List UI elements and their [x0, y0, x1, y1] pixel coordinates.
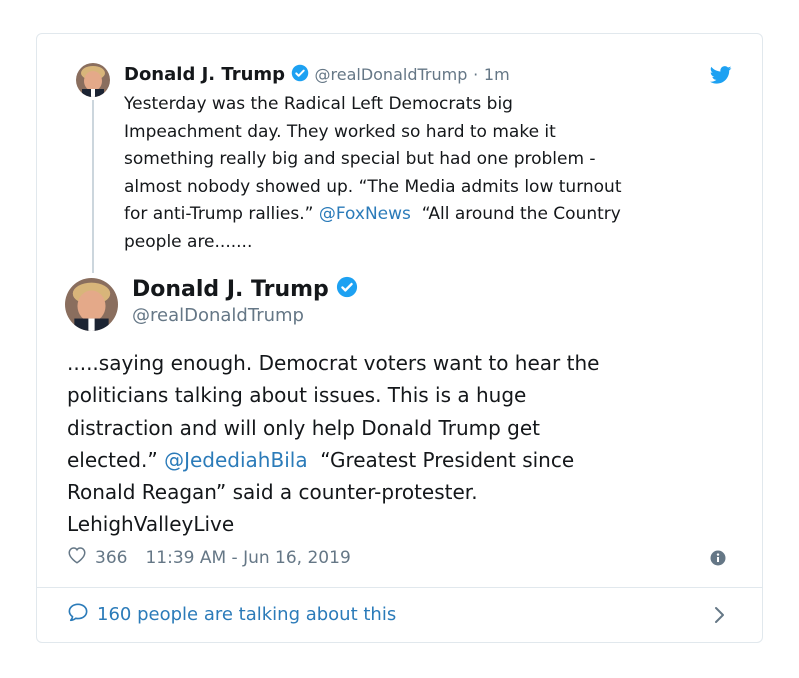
tweet-text-segment: for anti-Trump rallies.” — [124, 204, 314, 224]
thread-connector-line — [92, 100, 94, 273]
tweet-text-line: people are....... — [124, 231, 253, 252]
tweet-text-line: elected.” @JedediahBila “Greatest Presid… — [67, 444, 727, 476]
separator-dot: · — [473, 65, 479, 84]
tweet-text-segment: elected.” — [67, 447, 158, 472]
tweet-text-line: LehighValleyLive — [67, 512, 235, 537]
tweet-text-line: politicians talking about issues. This i… — [67, 383, 527, 408]
mention-link[interactable]: @FoxNews — [319, 204, 411, 224]
quoted-tweet-text: Yesterday was the Radical Left Democrats… — [124, 91, 734, 256]
author-name[interactable]: Donald J. Trump — [124, 64, 285, 85]
tweet-text-line: Yesterday was the Radical Left Democrats… — [124, 94, 513, 114]
tweet-time[interactable]: 1m — [484, 65, 510, 84]
conversation-link[interactable]: 160 people are talking about this — [67, 602, 396, 627]
mention-link[interactable]: @JedediahBila — [164, 448, 307, 472]
author-name[interactable]: Donald J. Trump — [132, 276, 358, 304]
tweet-timestamp[interactable]: 11:39 AM - Jun 16, 2019 — [145, 548, 350, 568]
avatar[interactable] — [65, 278, 118, 331]
main-tweet-text: .....saying enough. Democrat voters want… — [67, 347, 727, 541]
like-count[interactable]: 366 — [95, 548, 127, 568]
tweet-text-line: almost nobody showed up. “The Media admi… — [124, 176, 622, 197]
tweet-meta: 366 11:39 AM - Jun 16, 2019 — [67, 546, 351, 569]
tweet-text-line: distraction and will only help Donald Tr… — [67, 415, 541, 440]
author-handle[interactable]: @realDonaldTrump — [132, 305, 304, 326]
tweet-text-line: Impeachment day. They worked so hard to … — [124, 121, 556, 142]
divider — [37, 587, 762, 588]
conversation-label: 160 people are talking about this — [97, 604, 397, 625]
chevron-right-icon[interactable] — [714, 605, 726, 625]
author-handle[interactable]: @realDonaldTrump — [315, 65, 468, 84]
tweet-embed-card: Donald J. Trump @realDonaldTrump · 1m Ye… — [36, 33, 763, 643]
twitter-bird-icon[interactable] — [709, 66, 732, 84]
tweet-text-segment: “All around the Country — [421, 204, 621, 224]
author-name-text: Donald J. Trump — [132, 277, 329, 302]
tweet-text-line: for anti-Trump rallies.” @FoxNews “All a… — [124, 201, 734, 229]
tweet-text-line: .....saying enough. Democrat voters want… — [67, 351, 600, 375]
info-icon[interactable] — [710, 550, 726, 566]
tweet-text-line: Ronald Reagan” said a counter-protester. — [67, 480, 478, 505]
tweet-text-segment: “Greatest President since — [320, 447, 575, 472]
comment-bubble-icon — [67, 602, 89, 627]
avatar[interactable] — [76, 63, 110, 97]
verified-badge-icon — [291, 64, 309, 87]
verified-badge-icon — [336, 276, 358, 304]
tweet-text-line: something really big and special but had… — [124, 149, 596, 169]
quoted-tweet-header: Donald J. Trump @realDonaldTrump · 1m — [124, 64, 510, 87]
heart-icon[interactable] — [67, 546, 87, 569]
